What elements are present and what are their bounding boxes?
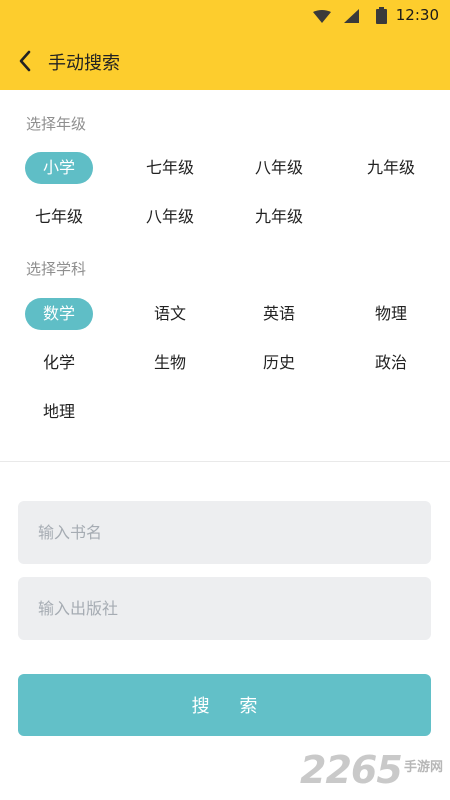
subject-chip-geography[interactable]: 地理 [25, 396, 93, 428]
grade-chip-7-second[interactable]: 七年级 [25, 201, 93, 233]
subject-chip-chinese[interactable]: 语文 [136, 298, 204, 330]
subject-chip-english[interactable]: 英语 [245, 298, 313, 330]
watermark-text: 手游网 [404, 760, 444, 775]
subject-chip-math[interactable]: 数学 [25, 298, 93, 330]
grade-chip-primary[interactable]: 小学 [25, 152, 93, 184]
watermark-number: 2265 [300, 748, 403, 792]
publisher-input[interactable] [18, 577, 431, 640]
subject-chip-biology[interactable]: 生物 [136, 347, 204, 379]
app-header-background: 12:30 手动搜索 [0, 0, 450, 90]
subject-section-label: 选择学科 [26, 260, 87, 278]
subject-chip-history[interactable]: 历史 [245, 347, 313, 379]
grade-chip-9[interactable]: 九年级 [357, 152, 425, 184]
subject-chip-chemistry[interactable]: 化学 [25, 347, 93, 379]
grade-chip-9-second[interactable]: 九年级 [245, 201, 313, 233]
signal-icon [344, 9, 359, 23]
grade-chip-7[interactable]: 七年级 [136, 152, 204, 184]
battery-icon [376, 7, 387, 24]
grade-chip-8-second[interactable]: 八年级 [136, 201, 204, 233]
app-bar: 手动搜索 [0, 40, 450, 84]
watermark-logo: 2265 手游网 [298, 748, 450, 800]
page-title: 手动搜索 [48, 53, 120, 74]
subject-chip-politics[interactable]: 政治 [357, 347, 425, 379]
subject-chip-physics[interactable]: 物理 [357, 298, 425, 330]
status-bar: 12:30 [0, 0, 450, 32]
search-button[interactable]: 搜 索 [18, 674, 431, 736]
status-time: 12:30 [395, 6, 439, 24]
chevron-left-icon[interactable] [14, 48, 38, 74]
grade-section-label: 选择年级 [26, 115, 87, 133]
section-divider [0, 461, 450, 462]
book-name-input[interactable] [18, 501, 431, 564]
grade-chip-8[interactable]: 八年级 [245, 152, 313, 184]
wifi-icon [313, 10, 331, 23]
